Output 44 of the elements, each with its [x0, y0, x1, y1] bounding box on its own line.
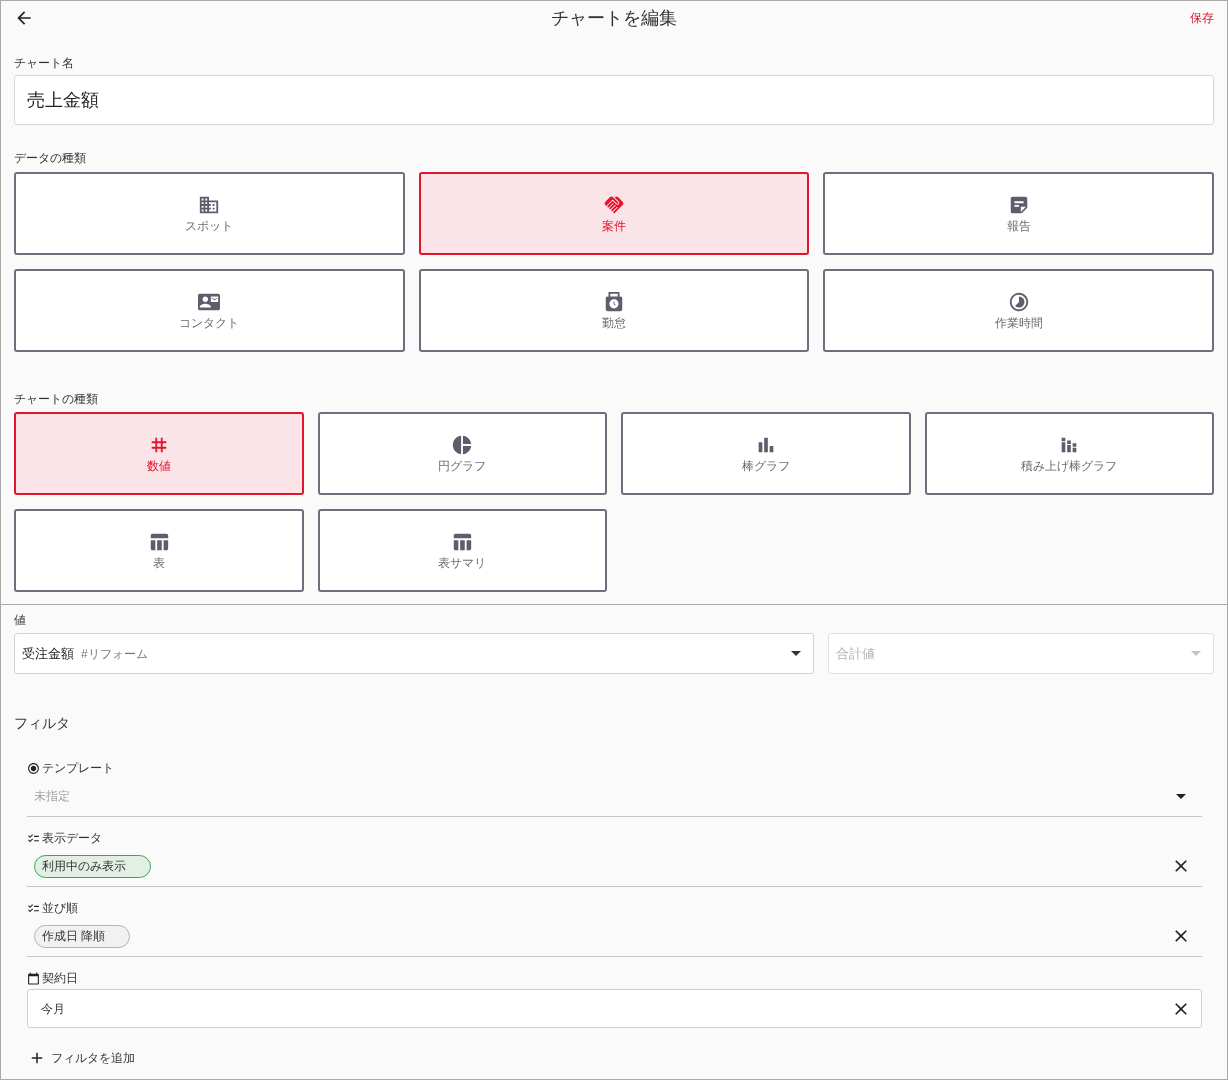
select-tag: #リフォーム: [81, 645, 148, 662]
date-value: 今月: [41, 1000, 65, 1017]
select-value: 受注金額: [22, 644, 74, 663]
caret-icon: [1191, 651, 1201, 656]
add-filter-button[interactable]: フィルタを追加: [27, 1049, 135, 1067]
chart-type-tile[interactable]: 数値: [14, 412, 304, 495]
field-label: チャート名: [14, 55, 75, 71]
select-value: 合計値: [836, 644, 875, 663]
section-title: フィルタ: [14, 714, 71, 733]
chart-type-tile[interactable]: 円グラフ: [317, 412, 607, 495]
data-type-tile[interactable]: 案件: [418, 172, 810, 255]
value-select[interactable]: 受注金額 #リフォーム: [14, 633, 814, 674]
filter-chip[interactable]: 作成日 降順: [34, 924, 131, 948]
data-type-tile[interactable]: 勤怠: [418, 269, 810, 352]
field-label: 値: [14, 612, 27, 628]
chart-type-tile[interactable]: 表サマリ: [317, 509, 607, 592]
section-label: データの種類: [14, 150, 87, 166]
checklist-icon: [27, 901, 40, 915]
date-field[interactable]: 今月: [27, 989, 1202, 1028]
filter-label: テンプレート: [42, 760, 114, 776]
chart-type-tile[interactable]: 表: [14, 509, 304, 592]
filter-label: 契約日: [42, 970, 78, 986]
caret-icon: [1176, 793, 1186, 799]
data-type-tile[interactable]: スポット: [14, 172, 405, 255]
data-type-tile[interactable]: 報告: [823, 172, 1214, 255]
filter-label: 表示データ: [42, 830, 102, 846]
select-placeholder: 未指定: [34, 788, 70, 804]
section-label: チャートの種類: [14, 391, 99, 407]
checklist-icon: [27, 831, 40, 845]
caret-icon: [791, 651, 801, 656]
radio-icon: [27, 761, 40, 775]
page-title: チャートを編集: [551, 7, 677, 30]
save-button[interactable]: 保存: [1190, 10, 1214, 26]
filter-label: 並び順: [42, 900, 78, 916]
calendar-icon: [27, 971, 40, 985]
chart-type-tile[interactable]: 棒グラフ: [621, 412, 911, 495]
data-type-tile[interactable]: 作業時間: [823, 269, 1214, 352]
data-type-tile[interactable]: コンタクト: [14, 269, 405, 352]
pie-chart-icon: [451, 433, 474, 456]
filter-chip[interactable]: 利用中のみ表示: [34, 854, 151, 878]
timelapse-icon: [1007, 290, 1030, 313]
chart-type-tile[interactable]: 積み上げ棒グラフ: [924, 412, 1214, 495]
chart-name-field[interactable]: 売上金額: [14, 75, 1214, 125]
punch-clock-icon: [603, 290, 625, 313]
